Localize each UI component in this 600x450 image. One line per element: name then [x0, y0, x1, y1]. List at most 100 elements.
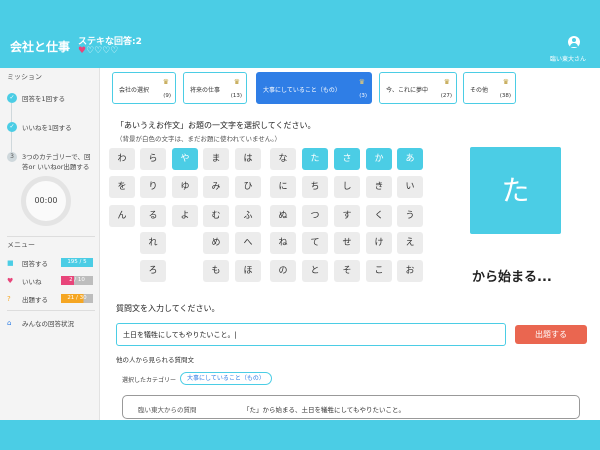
trophy-icon: ♛: [233, 78, 240, 86]
tab-company-choice[interactable]: 会社の選択 ♛ (9): [112, 72, 176, 104]
user-name: 臨い東大さん: [550, 56, 587, 63]
kana-cell[interactable]: め: [203, 232, 229, 254]
trophy-icon: ♛: [162, 78, 169, 86]
kana-cell[interactable]: し: [334, 176, 360, 198]
tab-count: (38): [499, 93, 511, 99]
kana-cell[interactable]: ろ: [140, 260, 166, 282]
starts-with-label: から始まる...: [472, 270, 552, 285]
kana-cell[interactable]: け: [366, 232, 392, 254]
kana-cell[interactable]: ま: [203, 148, 229, 170]
question-input[interactable]: [116, 323, 506, 346]
kana-cell[interactable]: る: [140, 205, 166, 227]
trophy-icon: ♛: [443, 78, 450, 86]
menu-label: いいね: [22, 277, 42, 286]
kana-cell[interactable]: れ: [140, 232, 166, 254]
kana-cell[interactable]: ふ: [235, 205, 261, 227]
tab-label: 会社の選択: [119, 87, 150, 94]
kana-cell[interactable]: さ: [334, 148, 360, 170]
app-header: 会社と仕事 ステキな回答:2 ♥♡♡♡♡ 臨い東大さん: [0, 0, 600, 68]
kana-cell[interactable]: ほ: [235, 260, 261, 282]
kana-cell[interactable]: よ: [172, 205, 198, 227]
menu-item-like[interactable]: ♥ いいね 2 / 10: [7, 275, 95, 286]
mission-item: 3 3つのカテゴリーで、回答or いいねor出題する: [7, 152, 95, 172]
kana-cell[interactable]: ぬ: [270, 205, 296, 227]
heart-icon: ♥: [7, 276, 14, 285]
kana-cell[interactable]: も: [203, 260, 229, 282]
tab-future-job[interactable]: 将来の仕事 ♛ (13): [183, 72, 247, 104]
kana-cell[interactable]: こ: [366, 260, 392, 282]
sidebar-divider: [7, 310, 95, 311]
kana-cell[interactable]: や: [172, 148, 198, 170]
kana-cell[interactable]: い: [397, 176, 423, 198]
kana-cell[interactable]: ひ: [235, 176, 261, 198]
mission-label: 回答を1回する: [22, 95, 66, 103]
kana-cell[interactable]: き: [366, 176, 392, 198]
kana-cell[interactable]: わ: [109, 148, 135, 170]
kana-cell[interactable]: ゆ: [172, 176, 198, 198]
home-icon: ⌂: [7, 318, 12, 327]
step-number-icon: 3: [7, 152, 17, 162]
submit-question-button[interactable]: 出題する: [515, 325, 587, 344]
trophy-icon: ♛: [502, 78, 509, 86]
tab-label: その他: [470, 87, 489, 94]
app-footer: [0, 420, 600, 450]
kana-cell[interactable]: へ: [235, 232, 261, 254]
progress-badge: 195 / 5: [61, 258, 93, 267]
hearts-rating: ♥♡♡♡♡: [78, 46, 118, 56]
user-avatar-icon[interactable]: [568, 36, 580, 48]
kana-cell[interactable]: を: [109, 176, 135, 198]
kana-cell[interactable]: せ: [334, 232, 360, 254]
menu-label: 出題する: [22, 295, 48, 304]
kana-cell[interactable]: え: [397, 232, 423, 254]
mission-item: ✓ 回答を1回する: [7, 93, 65, 103]
kana-cell[interactable]: お: [397, 260, 423, 282]
kana-cell[interactable]: ち: [302, 176, 328, 198]
kana-cell[interactable]: か: [366, 148, 392, 170]
tab-other[interactable]: その他 ♛ (38): [463, 72, 516, 104]
kana-cell[interactable]: う: [397, 205, 423, 227]
others-view-label: 他の人から見られる質問文: [116, 356, 194, 364]
tab-count: (9): [163, 93, 171, 99]
progress-badge: 21 / 30: [61, 294, 93, 303]
tab-current-passion[interactable]: 今、これに夢中 ♛ (27): [379, 72, 457, 104]
kana-cell[interactable]: て: [302, 232, 328, 254]
menu-label: みんなの回答状況: [22, 319, 74, 328]
kana-cell[interactable]: は: [235, 148, 261, 170]
selected-category-label: 選択したカテゴリー: [122, 377, 177, 384]
kana-cell[interactable]: つ: [302, 205, 328, 227]
timer: 00:00: [21, 176, 71, 226]
menu-heading: メニュー: [7, 241, 35, 249]
kana-cell[interactable]: ね: [270, 232, 296, 254]
menu-label: 回答する: [22, 259, 48, 268]
kana-cell[interactable]: ん: [109, 205, 135, 227]
kana-cell[interactable]: り: [140, 176, 166, 198]
mission-item: ✓ いいねを1回する: [7, 122, 72, 132]
kana-cell[interactable]: ら: [140, 148, 166, 170]
tab-important-things[interactable]: 大事にしていること（もの） ♛ (3): [256, 72, 372, 104]
kana-cell[interactable]: み: [203, 176, 229, 198]
question-label: 質問文を入力してください。: [116, 304, 220, 313]
instruction-text: 「あいうえお作文」お題の一文字を選択してください。: [116, 121, 316, 130]
heart-filled-icon: ♥: [78, 46, 87, 56]
heart-empty-icon: ♡♡♡♡: [86, 46, 119, 56]
kana-cell[interactable]: く: [366, 205, 392, 227]
menu-item-all-answers[interactable]: ⌂ みんなの回答状況: [7, 317, 95, 328]
menu-item-question[interactable]: ? 出題する 21 / 30: [7, 293, 95, 304]
tab-count: (3): [359, 93, 367, 99]
check-icon: ✓: [7, 122, 17, 132]
tab-label: 将来の仕事: [190, 87, 221, 94]
kana-cell[interactable]: む: [203, 205, 229, 227]
kana-cell[interactable]: あ: [397, 148, 423, 170]
tab-label: 大事にしていること（もの）: [263, 87, 341, 94]
kana-cell[interactable]: す: [334, 205, 360, 227]
kana-cell[interactable]: と: [302, 260, 328, 282]
kana-cell[interactable]: な: [270, 148, 296, 170]
kana-cell[interactable]: に: [270, 176, 296, 198]
kana-cell[interactable]: た: [302, 148, 328, 170]
tab-count: (13): [230, 93, 242, 99]
kana-cell[interactable]: そ: [334, 260, 360, 282]
mission-label: 3つのカテゴリーで、回答or いいねor出題する: [22, 153, 91, 171]
kana-cell[interactable]: の: [270, 260, 296, 282]
menu-item-answer[interactable]: ■ 回答する 195 / 5: [7, 257, 95, 268]
instruction-note: （背景が白色の文字は、まだお題に使われていません。）: [116, 135, 282, 143]
